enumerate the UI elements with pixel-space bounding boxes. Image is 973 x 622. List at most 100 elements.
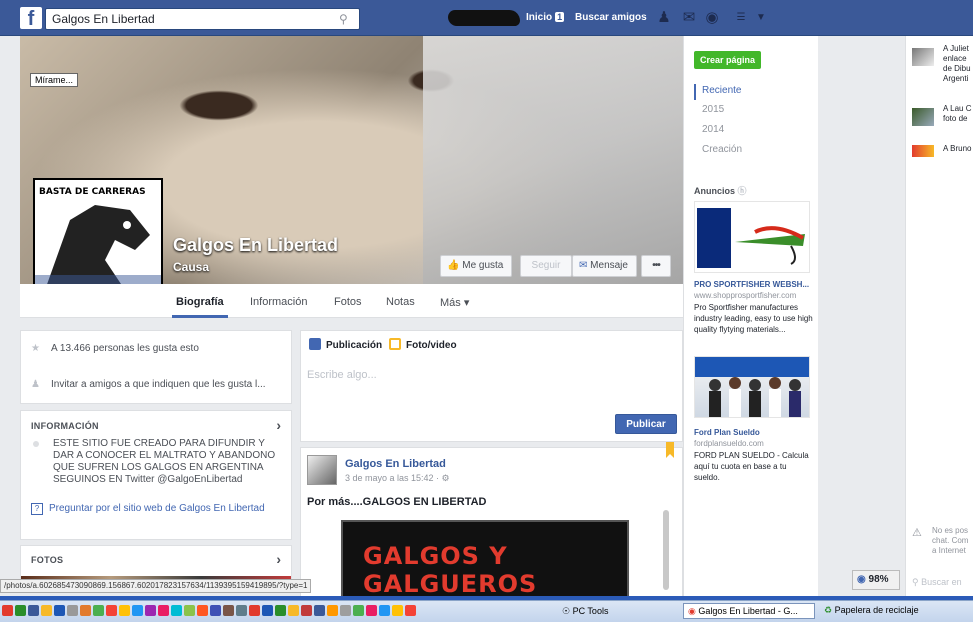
- quick-launch-icon[interactable]: [197, 605, 208, 616]
- timeline-creation[interactable]: Creación: [702, 144, 742, 155]
- facebook-logo-icon[interactable]: f: [20, 7, 42, 30]
- quick-launch-icon[interactable]: [119, 605, 130, 616]
- pc-tools-tray[interactable]: ☉ PC Tools: [562, 606, 608, 617]
- empty-gutter: [818, 36, 905, 596]
- quick-launch-icon[interactable]: [28, 605, 39, 616]
- like-button[interactable]: 👍 Me gusta: [440, 255, 512, 277]
- publish-button[interactable]: Publicar: [615, 414, 677, 434]
- timeline-2015[interactable]: 2015: [702, 104, 724, 115]
- tab-mas[interactable]: Más ▾: [440, 296, 469, 309]
- likes-row[interactable]: ★ A 13.466 personas les gusta esto: [31, 343, 199, 354]
- tab-biografia[interactable]: Biografía: [176, 296, 224, 308]
- quick-launch-icon[interactable]: [15, 605, 26, 616]
- photos-chevron-icon[interactable]: ›: [276, 551, 281, 567]
- quick-launch-icon[interactable]: [132, 605, 143, 616]
- search-input[interactable]: [46, 9, 326, 29]
- friend-requests-icon[interactable]: ♟: [655, 9, 673, 27]
- ticker-item[interactable]: A Bruno: [906, 144, 973, 158]
- follow-button[interactable]: Seguir: [520, 255, 572, 277]
- post-author-avatar[interactable]: [307, 455, 337, 485]
- quick-launch-icon[interactable]: [145, 605, 156, 616]
- quick-launch-icon[interactable]: [392, 605, 403, 616]
- post-author-name[interactable]: Galgos En Libertad: [345, 458, 446, 470]
- bookmark-icon[interactable]: [666, 442, 674, 458]
- ticker-item[interactable]: A Lau C foto de: [906, 104, 973, 128]
- home-link[interactable]: Inicio 1: [526, 12, 565, 23]
- quick-launch-icon[interactable]: [405, 605, 416, 616]
- find-friends-link[interactable]: Buscar amigos: [575, 12, 647, 23]
- ad-desc-sportfisher[interactable]: Pro Sportfisher manufactures industry le…: [694, 302, 814, 335]
- composer-tab-photo[interactable]: Foto/video: [389, 338, 457, 351]
- quick-launch-icon[interactable]: [41, 605, 52, 616]
- ad-image-ford[interactable]: [694, 356, 810, 418]
- quick-launch-icon[interactable]: [288, 605, 299, 616]
- quick-launch-icon[interactable]: [158, 605, 169, 616]
- quick-launch-icon[interactable]: [2, 605, 13, 616]
- task-browser-label: Galgos En Libertad - G...: [698, 606, 798, 616]
- quick-launch-icon[interactable]: [366, 605, 377, 616]
- invite-row[interactable]: ♟ Invitar a amigos a que indiquen que les…: [31, 379, 266, 390]
- tab-informacion[interactable]: Información: [250, 296, 307, 308]
- quick-launch-icon[interactable]: [80, 605, 91, 616]
- ad-title-sportfisher[interactable]: PRO SPORTFISHER WEBSH...: [694, 280, 809, 289]
- ad-image-sportfisher[interactable]: [694, 201, 810, 273]
- account-menu-chevron-icon[interactable]: ▼: [752, 9, 770, 27]
- chat-search-input[interactable]: ⚲ Buscar en: [912, 577, 962, 588]
- search-box[interactable]: ⚲: [45, 8, 360, 30]
- quick-launch-icon[interactable]: [340, 605, 351, 616]
- notifications-globe-icon[interactable]: ◉: [703, 9, 721, 27]
- quick-launch-icon[interactable]: [249, 605, 260, 616]
- quick-launch-icon[interactable]: [171, 605, 182, 616]
- quick-launch-icon[interactable]: [262, 605, 273, 616]
- quick-launch-icon[interactable]: [54, 605, 65, 616]
- quick-launch-icon[interactable]: [184, 605, 195, 616]
- composer-tab-post[interactable]: Publicación: [309, 338, 382, 351]
- search-icon[interactable]: ⚲: [339, 12, 353, 26]
- quick-launch-icon[interactable]: [93, 605, 104, 616]
- quick-launch-icon[interactable]: [327, 605, 338, 616]
- quick-launch-icon[interactable]: [106, 605, 117, 616]
- photo-icon: [389, 338, 401, 350]
- quick-launch-icon[interactable]: [67, 605, 78, 616]
- quick-launch-icon[interactable]: [353, 605, 364, 616]
- task-recycle-bin[interactable]: ♻ Papelera de reciclaje: [820, 603, 940, 619]
- quick-launch-icon[interactable]: [223, 605, 234, 616]
- composer-input[interactable]: Escribe algo...: [307, 369, 377, 381]
- quick-launch-icon[interactable]: [379, 605, 390, 616]
- ad-desc-ford[interactable]: FORD PLAN SUELDO - Calcula aquí tu cuota…: [694, 450, 814, 483]
- more-options-button[interactable]: •••: [641, 255, 671, 277]
- messages-icon[interactable]: ✉: [680, 9, 698, 27]
- home-label: Inicio: [526, 12, 553, 23]
- ad-title-ford[interactable]: Ford Plan Sueldo: [694, 428, 760, 437]
- people-group-icon: [695, 357, 809, 417]
- top-bar: f ⚲ Inicio1 Buscar amigos ♟ ✉ ◉ ☰ ▼: [0, 0, 973, 36]
- quick-launch-icon[interactable]: [210, 605, 221, 616]
- ad-url-sportfisher[interactable]: www.shopprosportfisher.com: [694, 291, 796, 300]
- info-bullet-icon: [33, 441, 39, 447]
- profile-picture[interactable]: BASTA DE CARRERAS: [33, 178, 163, 298]
- page-tabs: Biografía Información Fotos Notas Más ▾: [20, 284, 683, 318]
- info-box: INFORMACIÓN › ESTE SITIO FUE CREADO PARA…: [20, 410, 292, 540]
- ad-url-ford[interactable]: fordplansueldo.com: [694, 439, 764, 448]
- post-timestamp[interactable]: 3 de mayo a las 15:42 · ⚙: [345, 473, 450, 484]
- quick-launch-icon[interactable]: [314, 605, 325, 616]
- zoom-level-badge[interactable]: ◉ 98%: [852, 570, 900, 590]
- task-browser-window[interactable]: ◉ Galgos En Libertad - G...: [683, 603, 815, 619]
- create-page-button[interactable]: Crear página: [694, 51, 761, 69]
- timeline-recent[interactable]: Reciente: [702, 85, 741, 96]
- info-chevron-icon[interactable]: ›: [276, 417, 281, 433]
- page-title[interactable]: Galgos En Libertad: [173, 235, 338, 256]
- tab-fotos[interactable]: Fotos: [334, 296, 362, 308]
- ads-info-icon[interactable]: ⓗ: [738, 186, 747, 196]
- message-button[interactable]: ✉ Mensaje: [572, 255, 637, 277]
- center-scrollbar[interactable]: [663, 510, 669, 590]
- privacy-shortcuts-icon[interactable]: ☰: [732, 9, 750, 27]
- post-image[interactable]: GALGOS Y GALGUEROS: [341, 520, 629, 598]
- quick-launch-icon[interactable]: [275, 605, 286, 616]
- quick-launch-icon[interactable]: [301, 605, 312, 616]
- ticker-item[interactable]: A Juliet enlace de Dibu Argenti: [906, 44, 973, 88]
- ask-website-link[interactable]: ? Preguntar por el sitio web de Galgos En…: [31, 503, 265, 515]
- quick-launch-icon[interactable]: [236, 605, 247, 616]
- tab-notas[interactable]: Notas: [386, 296, 415, 308]
- timeline-2014[interactable]: 2014: [702, 124, 724, 135]
